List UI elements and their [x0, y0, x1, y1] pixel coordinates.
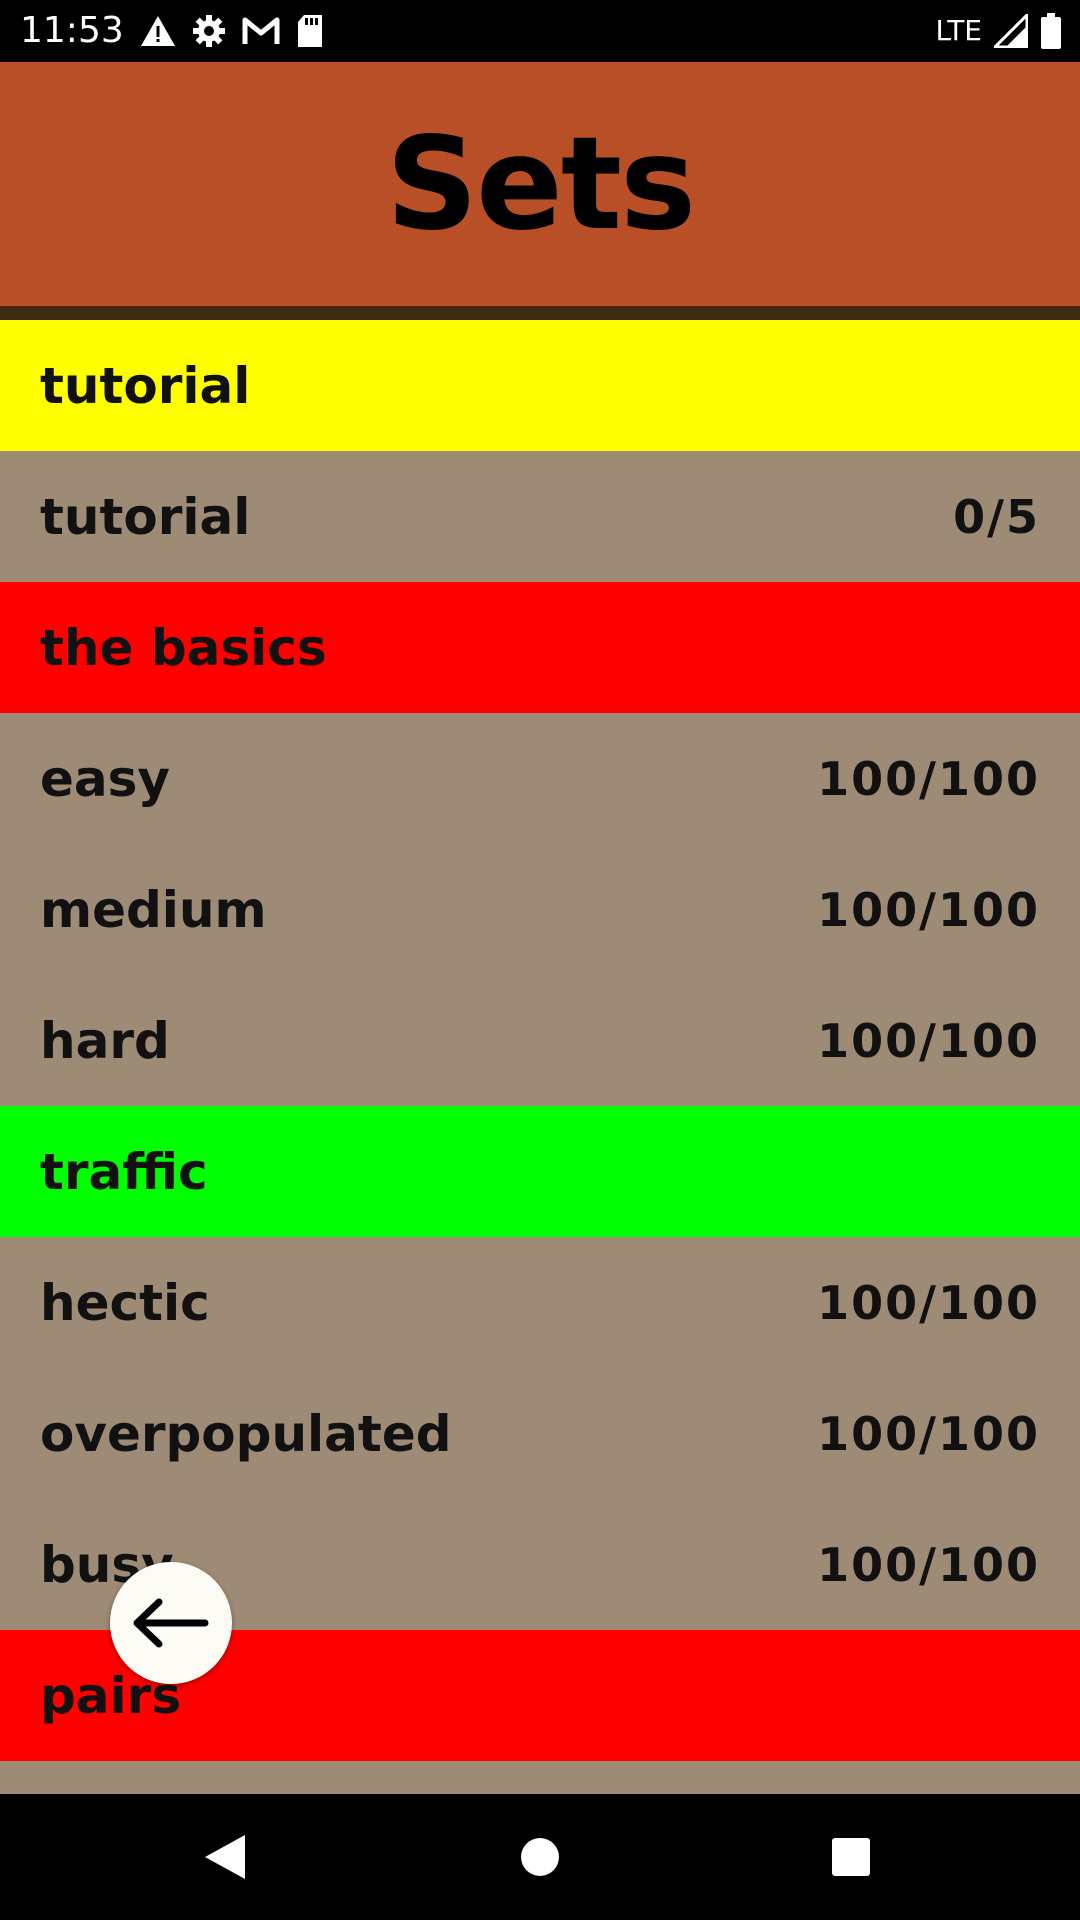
status-time: 11:53 [20, 10, 124, 51]
category-header: traffic [0, 1106, 1080, 1237]
set-score: 100/100 [817, 1013, 1040, 1068]
sd-card-icon [296, 14, 324, 48]
warning-icon [140, 15, 176, 47]
back-triangle-icon [205, 1835, 245, 1879]
nav-home-button[interactable] [480, 1794, 600, 1920]
recents-square-icon [832, 1838, 870, 1876]
category-header: tutorial [0, 320, 1080, 451]
set-item[interactable]: medium 100/100 [0, 844, 1080, 975]
set-name: hard [40, 1011, 170, 1070]
set-name: tutorial [40, 487, 251, 546]
notification-icons [140, 12, 324, 50]
set-item[interactable]: hectic 100/100 [0, 1237, 1080, 1368]
navigation-bar [0, 1794, 1080, 1920]
gmail-icon [242, 16, 280, 46]
system-icons: LTE [935, 10, 1062, 52]
category-label: the basics [40, 618, 327, 677]
back-fab-button[interactable] [110, 1562, 232, 1684]
header-divider [0, 306, 1080, 320]
network-type: LTE [935, 14, 982, 47]
category-header: the basics [0, 582, 1080, 713]
set-item[interactable]: hard 100/100 [0, 975, 1080, 1106]
category-label: traffic [40, 1142, 208, 1201]
nav-recents-button[interactable] [791, 1794, 911, 1920]
set-score: 100/100 [817, 1537, 1040, 1592]
set-name: overpopulated [40, 1404, 452, 1463]
set-item[interactable]: overpopulated 100/100 [0, 1368, 1080, 1499]
home-circle-icon [521, 1838, 559, 1876]
set-score: 100/100 [817, 1275, 1040, 1330]
battery-icon [1040, 13, 1062, 49]
set-item[interactable]: tutorial 0/5 [0, 451, 1080, 582]
signal-icon [994, 14, 1028, 48]
nav-back-button[interactable] [165, 1794, 285, 1920]
set-name: easy [40, 749, 171, 808]
set-score: 100/100 [817, 1406, 1040, 1461]
set-score: 0/5 [953, 489, 1040, 544]
page-title: Sets [385, 109, 696, 259]
set-score: 100/100 [817, 882, 1040, 937]
app-screen: 11:53 LTE Sets tutorial tutorial 0/5 the… [0, 0, 1080, 1920]
category-label: tutorial [40, 356, 251, 415]
status-bar: 11:53 LTE [0, 0, 1080, 62]
set-score: 100/100 [817, 751, 1040, 806]
app-header: Sets [0, 62, 1080, 306]
set-name: hectic [40, 1273, 210, 1332]
set-item[interactable]: easy 100/100 [0, 713, 1080, 844]
arrow-left-icon [133, 1598, 209, 1648]
set-name: medium [40, 880, 267, 939]
gear-icon [192, 14, 226, 48]
